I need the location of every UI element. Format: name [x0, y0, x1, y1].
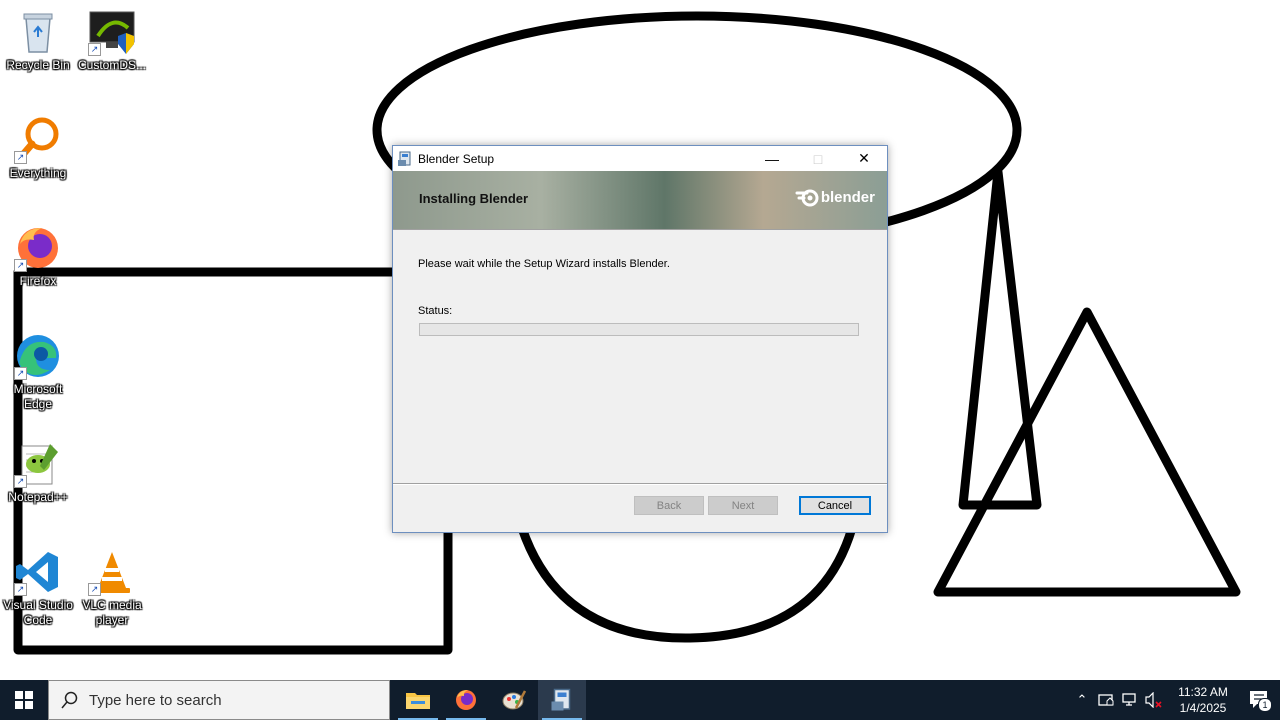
desktop-icon-label: Notepad++: [8, 490, 68, 504]
taskbar-search-box[interactable]: Type here to search: [48, 680, 390, 720]
windows-logo-icon: [15, 691, 33, 709]
shortcut-arrow-icon: ↗: [14, 367, 27, 380]
shortcut-arrow-icon: ↗: [14, 259, 27, 272]
close-icon: ✕: [858, 150, 870, 166]
cancel-button[interactable]: Cancel: [799, 496, 871, 515]
close-button[interactable]: ✕: [841, 146, 887, 171]
notepadpp-icon: ↗: [14, 440, 62, 488]
search-placeholder: Type here to search: [89, 691, 222, 709]
vlc-icon: ↗: [88, 548, 136, 596]
dialog-body: Please wait while the Setup Wizard insta…: [393, 230, 887, 480]
status-label: Status:: [418, 305, 453, 317]
maximize-button: □: [795, 146, 841, 171]
button-separator: [393, 483, 887, 485]
desktop-icon-label: Everything: [9, 166, 67, 180]
start-button[interactable]: [0, 680, 48, 720]
desktop-icon-firefox[interactable]: ↗ Firefox: [0, 224, 76, 289]
desktop-icon-edge[interactable]: ↗ Microsoft Edge: [0, 332, 76, 412]
dialog-banner: Installing Blender blender: [393, 171, 887, 230]
install-progress-bar: [419, 323, 859, 336]
desktop-icon-label: VLC media player: [82, 598, 142, 627]
shortcut-arrow-icon: ↗: [14, 151, 27, 164]
desktop-icon-label: Recycle Bin: [6, 58, 70, 72]
volume-muted-icon: [1145, 692, 1162, 708]
desktop-icon-label: Visual Studio Code: [3, 598, 73, 627]
network-icon: [1122, 693, 1136, 706]
taskbar: Type here to search ⌃ 11:32 AM 1/4/2025 …: [0, 680, 1280, 720]
desktop-icon-vscode[interactable]: ↗ Visual Studio Code: [0, 548, 76, 628]
edge-icon: ↗: [14, 332, 62, 380]
minimize-button[interactable]: —: [749, 146, 795, 171]
blender-logo: blender: [795, 187, 875, 207]
shortcut-arrow-icon: ↗: [88, 583, 101, 596]
security-center-icon: [1098, 694, 1114, 706]
action-center-button[interactable]: 1: [1240, 680, 1280, 720]
file-explorer-icon: [406, 693, 430, 709]
firefox-icon: ↗: [14, 224, 62, 272]
wait-message: Please wait while the Setup Wizard insta…: [418, 258, 670, 270]
shortcut-arrow-icon: ↗: [88, 43, 101, 56]
system-tray: ⌃ 11:32 AM 1/4/2025 1: [1070, 680, 1280, 720]
everything-search-icon: ↗: [14, 116, 62, 164]
search-icon: [61, 691, 78, 709]
volume-button[interactable]: [1142, 680, 1166, 720]
taskbar-clock[interactable]: 11:32 AM 1/4/2025: [1172, 684, 1234, 716]
next-button[interactable]: Next: [708, 496, 778, 515]
desktop-icon-vlc[interactable]: ↗ VLC media player: [74, 548, 150, 628]
recycle-bin-icon: [14, 8, 62, 56]
desktop-icon-label: Microsoft Edge: [13, 382, 63, 411]
blender-setup-dialog: Blender Setup — □ ✕ Installing Blender b…: [392, 145, 888, 533]
minimize-icon: —: [765, 150, 779, 167]
desktop-icon-notepadpp[interactable]: ↗ Notepad++: [0, 440, 76, 505]
clock-date: 1/4/2025: [1179, 701, 1227, 715]
back-button[interactable]: Back: [634, 496, 704, 515]
taskbar-blender-installer[interactable]: [538, 680, 586, 720]
desktop-icon-customds[interactable]: ↗ CustomDS...: [74, 8, 150, 73]
title-bar[interactable]: Blender Setup — □ ✕: [393, 146, 887, 171]
tray-app-icon[interactable]: [1094, 680, 1118, 720]
notification-count: 1: [1258, 698, 1272, 712]
chevron-up-icon: ⌃: [1076, 692, 1088, 707]
shortcut-arrow-icon: ↗: [14, 583, 27, 596]
firefox-icon: [456, 690, 476, 710]
show-hidden-icons-button[interactable]: ⌃: [1070, 680, 1094, 720]
desktop-icon-label: Firefox: [19, 274, 57, 288]
desktop-icon-everything[interactable]: ↗ Everything: [0, 116, 76, 181]
network-button[interactable]: [1118, 680, 1142, 720]
taskbar-paint[interactable]: [490, 680, 538, 720]
vscode-icon: ↗: [14, 548, 62, 596]
paint-icon: [502, 690, 526, 710]
installer-icon: [551, 688, 571, 711]
taskbar-file-explorer[interactable]: [394, 680, 442, 720]
blender-logo-icon: [795, 189, 819, 207]
taskbar-firefox[interactable]: [442, 680, 490, 720]
shortcut-arrow-icon: ↗: [14, 475, 27, 488]
installer-icon: [398, 151, 411, 166]
dialog-title: Blender Setup: [418, 151, 495, 166]
desktop-icon-label: CustomDS...: [77, 58, 146, 72]
banner-heading: Installing Blender: [419, 191, 529, 206]
clock-time: 11:32 AM: [1178, 685, 1228, 699]
blender-logo-text: blender: [820, 188, 875, 206]
desktop-icon-recycle-bin[interactable]: Recycle Bin: [0, 8, 76, 73]
maximize-icon: □: [813, 150, 823, 167]
customds-icon: ↗: [88, 8, 136, 56]
